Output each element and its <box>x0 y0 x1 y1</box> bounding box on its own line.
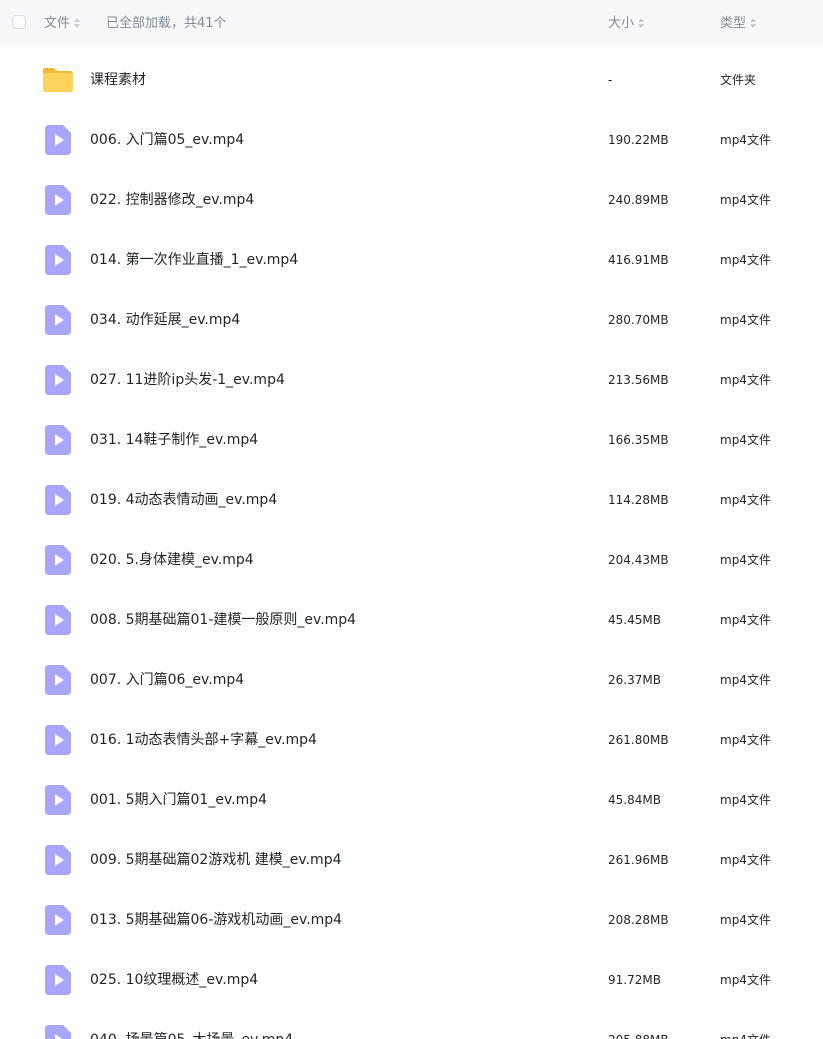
video-file-icon <box>44 664 72 696</box>
file-row[interactable]: 001. 5期入门篇01_ev.mp4 45.84MB mp4文件 <box>0 770 823 830</box>
file-name[interactable]: 020. 5.身体建模_ev.mp4 <box>90 551 254 569</box>
file-size: 166.35MB <box>608 433 669 447</box>
file-row[interactable]: 031. 14鞋子制作_ev.mp4 166.35MB mp4文件 <box>0 410 823 470</box>
file-row[interactable]: 025. 10纹理概述_ev.mp4 91.72MB mp4文件 <box>0 950 823 1010</box>
file-size: 26.37MB <box>608 673 661 687</box>
file-row[interactable]: 020. 5.身体建模_ev.mp4 204.43MB mp4文件 <box>0 530 823 590</box>
file-name[interactable]: 019. 4动态表情动画_ev.mp4 <box>90 491 277 509</box>
file-size: 240.89MB <box>608 193 669 207</box>
sort-by-size-header[interactable]: 大小 <box>608 15 645 32</box>
file-name[interactable]: 034. 动作延展_ev.mp4 <box>90 311 240 329</box>
file-row[interactable]: 课程素材 - 文件夹 <box>0 50 823 110</box>
file-type: mp4文件 <box>720 493 771 507</box>
video-file-icon <box>44 604 72 636</box>
video-file-icon <box>44 244 72 276</box>
video-file-icon <box>44 424 72 456</box>
file-name[interactable]: 007. 入门篇06_ev.mp4 <box>90 671 244 689</box>
file-row[interactable]: 019. 4动态表情动画_ev.mp4 114.28MB mp4文件 <box>0 470 823 530</box>
file-size: 45.84MB <box>608 793 661 807</box>
sort-by-type-header[interactable]: 类型 <box>720 15 757 32</box>
sort-icon <box>638 18 645 28</box>
file-row[interactable]: 007. 入门篇06_ev.mp4 26.37MB mp4文件 <box>0 650 823 710</box>
file-size: 416.91MB <box>608 253 669 267</box>
file-list: 课程素材 - 文件夹 006. 入门篇05_ev.mp4 190.22MB mp… <box>0 50 823 1039</box>
file-type: mp4文件 <box>720 193 771 207</box>
file-size: 190.22MB <box>608 133 669 147</box>
file-name[interactable]: 006. 入门篇05_ev.mp4 <box>90 131 244 149</box>
video-file-icon <box>44 724 72 756</box>
sort-icon <box>74 18 81 28</box>
file-name[interactable]: 013. 5期基础篇06-游戏机动画_ev.mp4 <box>90 911 342 929</box>
file-name[interactable]: 课程素材 <box>90 71 146 89</box>
col-size-label: 大小 <box>608 16 635 31</box>
file-row[interactable]: 013. 5期基础篇06-游戏机动画_ev.mp4 208.28MB mp4文件 <box>0 890 823 950</box>
col-type-label: 类型 <box>720 16 747 31</box>
file-row[interactable]: 009. 5期基础篇02游戏机 建模_ev.mp4 261.96MB mp4文件 <box>0 830 823 890</box>
col-name-label: 文件 <box>44 16 71 31</box>
file-name[interactable]: 027. 11进阶ip头发-1_ev.mp4 <box>90 371 285 389</box>
file-row[interactable]: 006. 入门篇05_ev.mp4 190.22MB mp4文件 <box>0 110 823 170</box>
file-name[interactable]: 009. 5期基础篇02游戏机 建模_ev.mp4 <box>90 851 342 869</box>
file-size: 280.70MB <box>608 313 669 327</box>
file-size: - <box>608 73 613 87</box>
file-type: mp4文件 <box>720 793 771 807</box>
sort-icon <box>750 18 757 28</box>
video-file-icon <box>44 964 72 996</box>
file-size: 261.80MB <box>608 733 669 747</box>
file-type: mp4文件 <box>720 253 771 267</box>
file-name[interactable]: 008. 5期基础篇01-建模一般原则_ev.mp4 <box>90 611 356 629</box>
file-type: mp4文件 <box>720 973 771 987</box>
video-file-icon <box>44 844 72 876</box>
file-type: mp4文件 <box>720 553 771 567</box>
file-type: 文件夹 <box>720 73 757 87</box>
video-file-icon <box>44 124 72 156</box>
file-type: mp4文件 <box>720 1032 771 1039</box>
file-row[interactable]: 022. 控制器修改_ev.mp4 240.89MB mp4文件 <box>0 170 823 230</box>
video-file-icon <box>44 184 72 216</box>
file-row[interactable]: 027. 11进阶ip头发-1_ev.mp4 213.56MB mp4文件 <box>0 350 823 410</box>
sort-by-name-header[interactable]: 文件 <box>44 15 81 32</box>
file-type: mp4文件 <box>720 733 771 747</box>
file-type: mp4文件 <box>720 433 771 447</box>
file-size: 45.45MB <box>608 613 661 627</box>
file-name[interactable]: 001. 5期入门篇01_ev.mp4 <box>90 791 267 809</box>
video-file-icon <box>44 364 72 396</box>
file-type: mp4文件 <box>720 133 771 147</box>
file-row[interactable]: 008. 5期基础篇01-建模一般原则_ev.mp4 45.45MB mp4文件 <box>0 590 823 650</box>
video-file-icon <box>44 544 72 576</box>
video-file-icon <box>44 1024 72 1039</box>
file-size: 208.28MB <box>608 913 669 927</box>
file-name[interactable]: 025. 10纹理概述_ev.mp4 <box>90 971 258 989</box>
file-name[interactable]: 022. 控制器修改_ev.mp4 <box>90 191 254 209</box>
file-type: mp4文件 <box>720 673 771 687</box>
file-type: mp4文件 <box>720 373 771 387</box>
file-name[interactable]: 014. 第一次作业直播_1_ev.mp4 <box>90 251 298 269</box>
file-size: 91.72MB <box>608 973 661 987</box>
file-size: 205.88MB <box>608 1032 669 1039</box>
file-row[interactable]: 034. 动作延展_ev.mp4 280.70MB mp4文件 <box>0 290 823 350</box>
file-list-page: 文件 已全部加载，共41个 大小 类型 课程素材 - 文件夹 006. 入门篇0… <box>0 0 823 1039</box>
file-row[interactable]: 016. 1动态表情头部+字幕_ev.mp4 261.80MB mp4文件 <box>0 710 823 770</box>
select-all-checkbox[interactable] <box>12 15 26 29</box>
file-type: mp4文件 <box>720 853 771 867</box>
file-size: 213.56MB <box>608 373 669 387</box>
video-file-icon <box>44 904 72 936</box>
file-row[interactable]: 040. 场景篇05_大场景_ev.mp4 205.88MB mp4文件 <box>0 1010 823 1039</box>
file-name[interactable]: 031. 14鞋子制作_ev.mp4 <box>90 431 258 449</box>
file-row[interactable]: 014. 第一次作业直播_1_ev.mp4 416.91MB mp4文件 <box>0 230 823 290</box>
list-header: 文件 已全部加载，共41个 大小 类型 <box>0 0 823 47</box>
loaded-status: 已全部加载，共41个 <box>106 16 227 31</box>
video-file-icon <box>44 784 72 816</box>
file-type: mp4文件 <box>720 613 771 627</box>
video-file-icon <box>44 484 72 516</box>
file-size: 261.96MB <box>608 853 669 867</box>
file-size: 114.28MB <box>608 493 669 507</box>
folder-icon <box>42 66 73 98</box>
file-type: mp4文件 <box>720 913 771 927</box>
file-type: mp4文件 <box>720 313 771 327</box>
file-name[interactable]: 040. 场景篇05_大场景_ev.mp4 <box>90 1031 293 1039</box>
file-name[interactable]: 016. 1动态表情头部+字幕_ev.mp4 <box>90 731 317 749</box>
file-size: 204.43MB <box>608 553 669 567</box>
video-file-icon <box>44 304 72 336</box>
